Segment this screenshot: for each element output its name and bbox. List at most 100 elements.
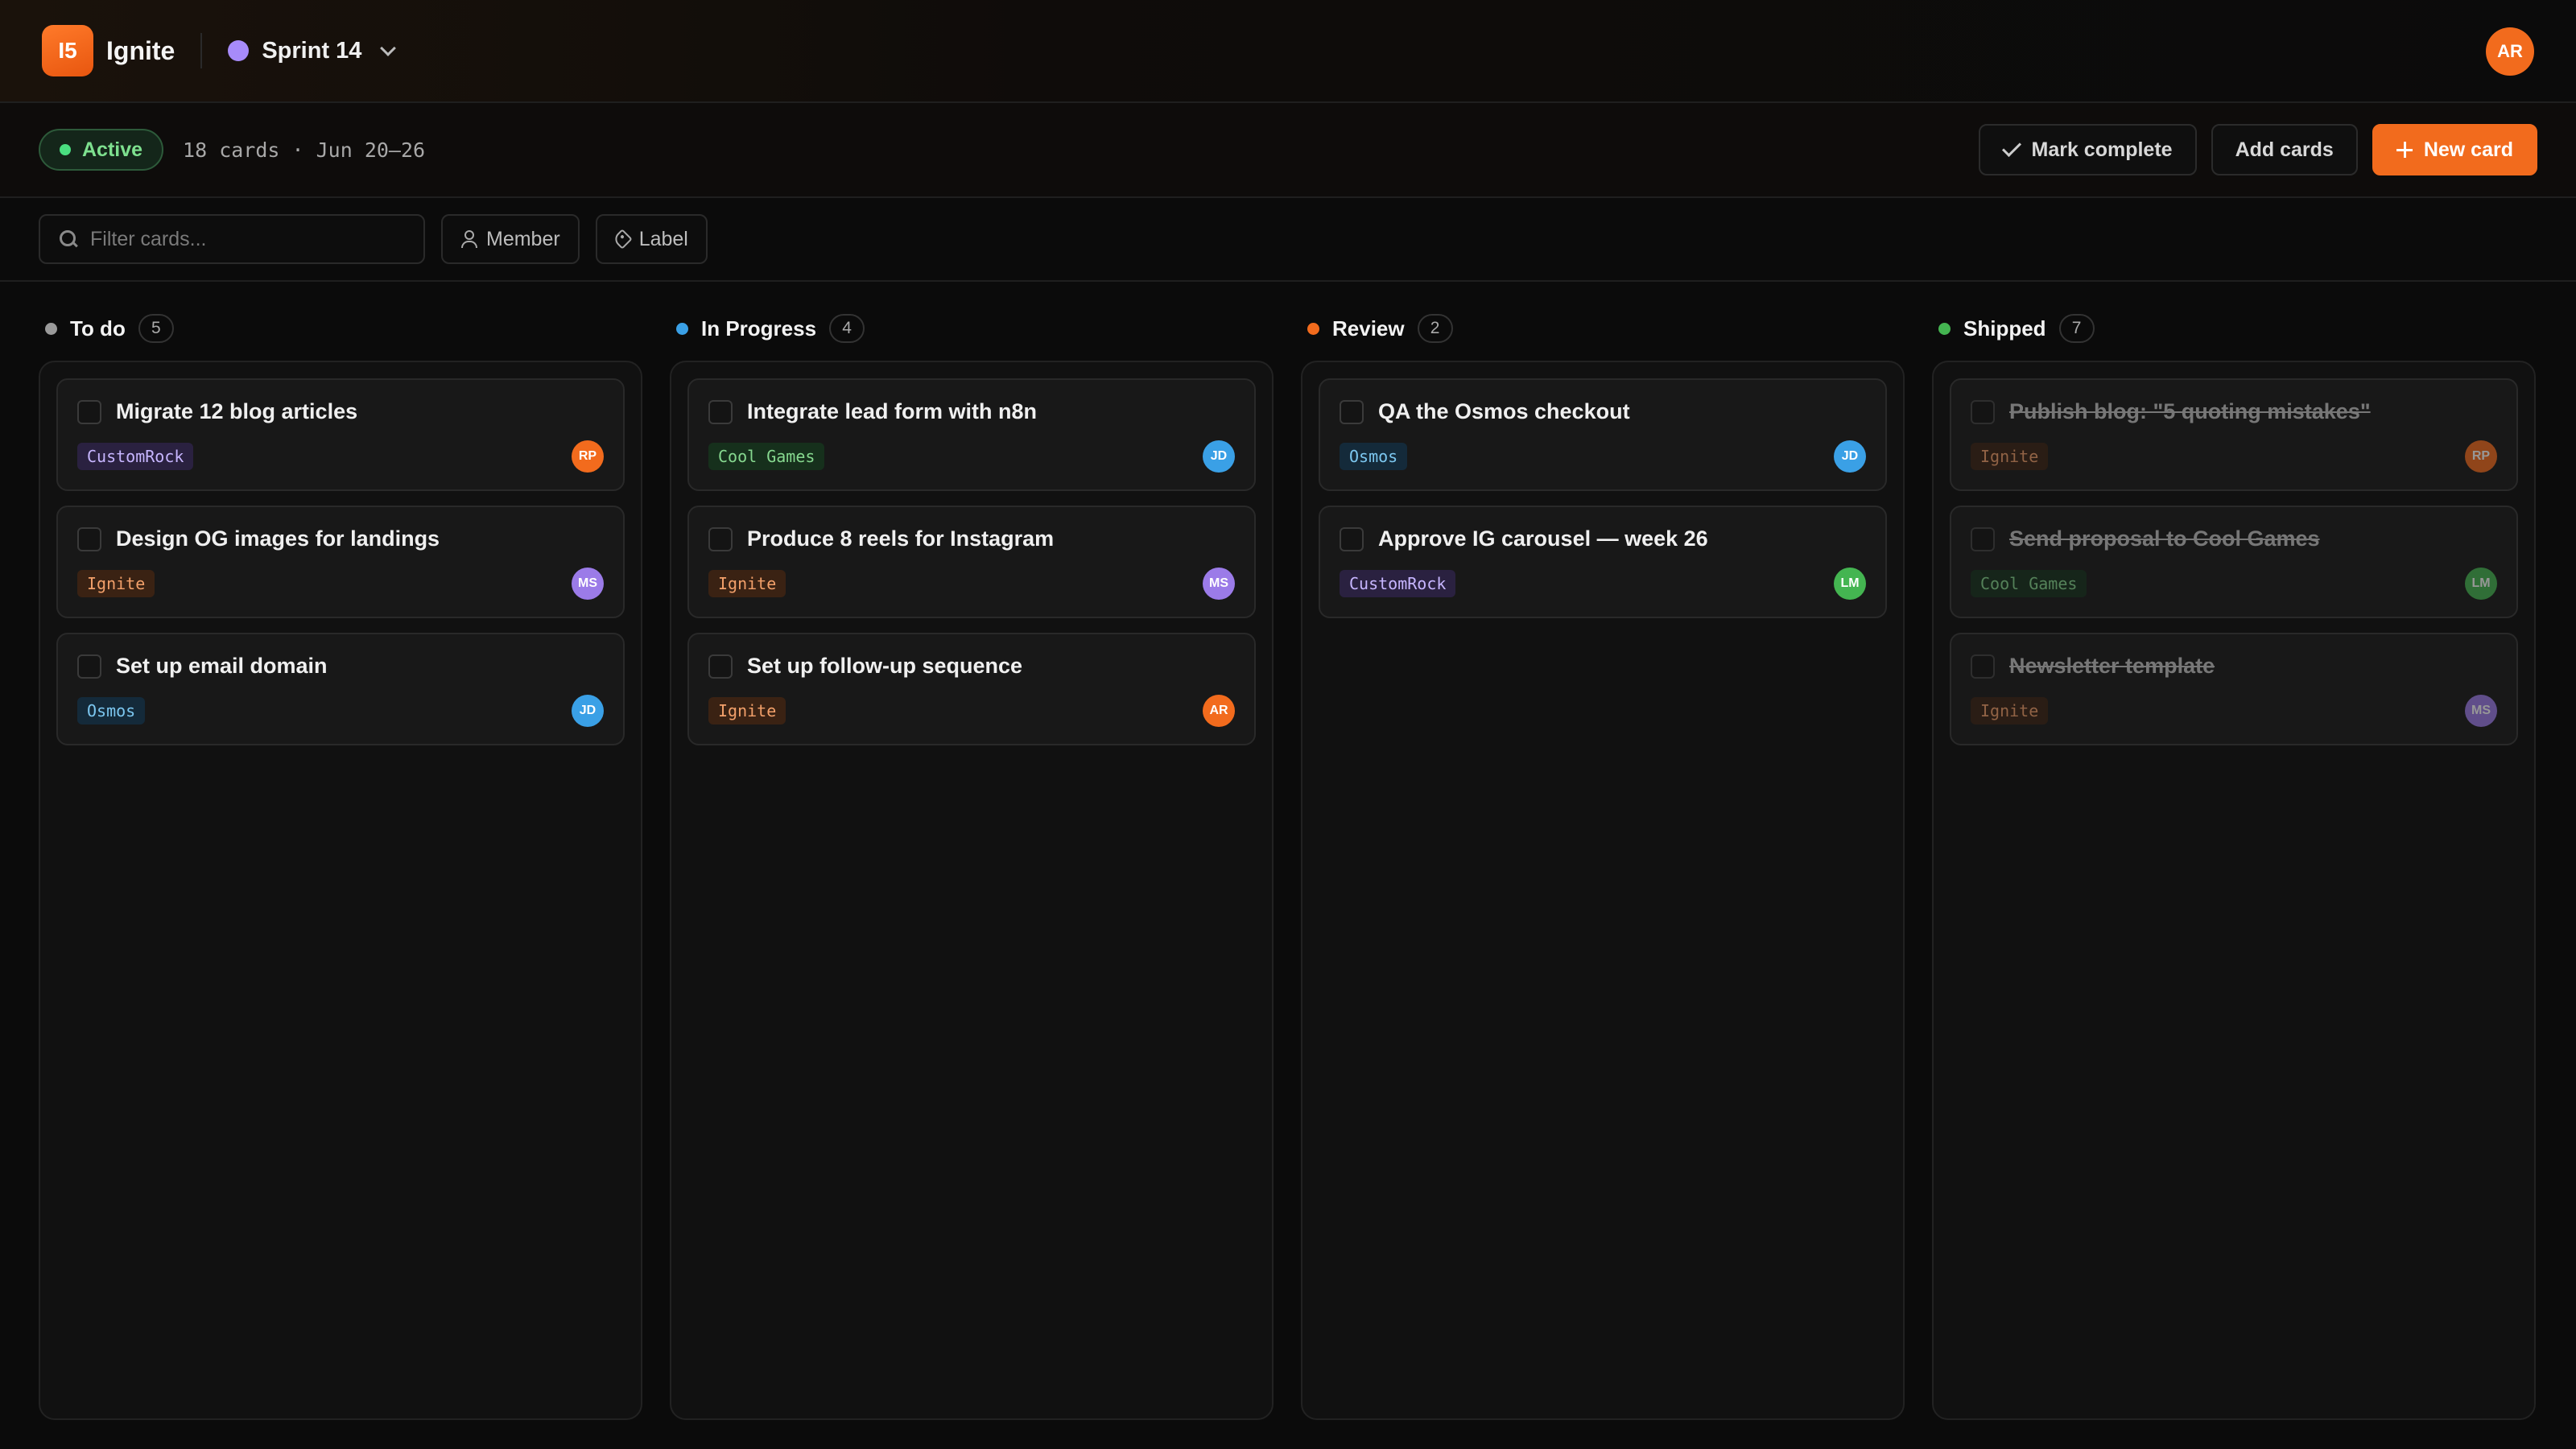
- filter-bar: Member Label: [0, 198, 2576, 282]
- column-body: Migrate 12 blog articles CustomRock RP D…: [39, 361, 642, 1420]
- member-filter-label: Member: [486, 227, 560, 250]
- card[interactable]: Set up follow-up sequence Ignite AR: [687, 633, 1256, 745]
- card-checkbox[interactable]: [77, 654, 101, 679]
- card-label: Osmos: [77, 697, 146, 724]
- column-shipped: Shipped 7 Publish blog: "5 quoting mista…: [1932, 311, 2536, 1420]
- card[interactable]: Design OG images for landings Ignite MS: [56, 506, 625, 618]
- status-label: Active: [82, 138, 143, 161]
- card-label: CustomRock: [1340, 570, 1456, 597]
- card-checkbox[interactable]: [1340, 399, 1364, 424]
- sprint-selector[interactable]: Sprint 14: [228, 37, 397, 64]
- tag-icon: [611, 229, 633, 250]
- card-assignee-avatar: JD: [1834, 440, 1866, 473]
- card-title: Produce 8 reels for Instagram: [747, 526, 1055, 551]
- add-cards-button[interactable]: Add cards: [2211, 124, 2358, 175]
- card-title: Send proposal to Cool Games: [2009, 526, 2320, 551]
- column-color-dot: [676, 322, 688, 335]
- card-label: Cool Games: [708, 443, 825, 470]
- card-label: Cool Games: [1971, 570, 2087, 597]
- search-box: [39, 214, 425, 264]
- card-assignee-avatar: RP: [2465, 440, 2497, 473]
- card[interactable]: Integrate lead form with n8n Cool Games …: [687, 378, 1256, 491]
- card-checkbox[interactable]: [708, 526, 733, 551]
- column-title: To do: [70, 316, 126, 341]
- card-checkbox[interactable]: [77, 526, 101, 551]
- card-title: Migrate 12 blog articles: [116, 399, 358, 423]
- column-count: 4: [829, 314, 865, 343]
- app-logo[interactable]: I5: [42, 25, 93, 76]
- mark-complete-button[interactable]: Mark complete: [1978, 124, 2197, 175]
- column-body: QA the Osmos checkout Osmos JD Approve I…: [1301, 361, 1905, 1420]
- column-header: Shipped 7: [1932, 311, 2536, 346]
- column-count: 7: [2058, 314, 2095, 343]
- card-checkbox[interactable]: [1971, 399, 1995, 424]
- label-filter-button[interactable]: Label: [595, 214, 708, 264]
- card[interactable]: Newsletter template Ignite MS: [1950, 633, 2518, 745]
- chevron-down-icon: [380, 40, 397, 56]
- card-label: Ignite: [708, 697, 786, 724]
- new-card-button[interactable]: New card: [2372, 124, 2537, 175]
- add-cards-label: Add cards: [2235, 138, 2334, 161]
- card-title: Design OG images for landings: [116, 526, 440, 551]
- plus-icon: [2396, 142, 2413, 158]
- card-checkbox[interactable]: [708, 654, 733, 679]
- card-checkbox[interactable]: [1340, 526, 1364, 551]
- card-assignee-avatar: JD: [572, 695, 604, 727]
- card-title: Set up email domain: [116, 654, 328, 678]
- card[interactable]: Publish blog: "5 quoting mistakes" Ignit…: [1950, 378, 2518, 491]
- app-title: Ignite: [106, 35, 175, 65]
- sprint-actions: Mark complete Add cards New card: [1978, 124, 2537, 175]
- card-title: Integrate lead form with n8n: [747, 399, 1038, 423]
- column-color-dot: [45, 322, 57, 335]
- card-checkbox[interactable]: [77, 399, 101, 424]
- person-icon: [460, 230, 477, 248]
- user-avatar[interactable]: AR: [2486, 27, 2534, 76]
- sprint-info-bar: Active 18 cards · Jun 20–26 Mark complet…: [0, 103, 2576, 198]
- column-in-progress: In Progress 4 Integrate lead form with n…: [670, 311, 1274, 1420]
- card[interactable]: Produce 8 reels for Instagram Ignite MS: [687, 506, 1256, 618]
- column-count: 2: [1417, 314, 1453, 343]
- card[interactable]: Send proposal to Cool Games Cool Games L…: [1950, 506, 2518, 618]
- card-assignee-avatar: MS: [572, 568, 604, 600]
- new-card-label: New card: [2423, 138, 2513, 161]
- card[interactable]: QA the Osmos checkout Osmos JD: [1319, 378, 1887, 491]
- divider: [200, 33, 203, 68]
- column-title: In Progress: [701, 316, 817, 341]
- column-body: Integrate lead form with n8n Cool Games …: [670, 361, 1274, 1420]
- card[interactable]: Set up email domain Osmos JD: [56, 633, 625, 745]
- kanban-board: To do 5 Migrate 12 blog articles CustomR…: [39, 311, 2536, 1420]
- member-filter-button[interactable]: Member: [441, 214, 580, 264]
- card-title: Approve IG carousel — week 26: [1378, 526, 1708, 551]
- card-assignee-avatar: LM: [2465, 568, 2497, 600]
- card-title: Set up follow-up sequence: [747, 654, 1023, 678]
- column-todo: To do 5 Migrate 12 blog articles CustomR…: [39, 311, 642, 1420]
- sprint-color-dot: [228, 40, 250, 61]
- card-title: Publish blog: "5 quoting mistakes": [2009, 399, 2371, 423]
- card-assignee-avatar: MS: [2465, 695, 2497, 727]
- card-title: QA the Osmos checkout: [1378, 399, 1630, 423]
- card-label: Ignite: [1971, 697, 2049, 724]
- card-checkbox[interactable]: [708, 399, 733, 424]
- card-checkbox[interactable]: [1971, 526, 1995, 551]
- top-bar: I5 Ignite Sprint 14 AR: [0, 0, 2576, 103]
- filter-input[interactable]: [90, 227, 396, 251]
- column-title: Shipped: [1963, 316, 2046, 341]
- column-header: In Progress 4: [670, 311, 1274, 346]
- sprint-name: Sprint 14: [262, 37, 362, 64]
- card-label: Osmos: [1340, 443, 1408, 470]
- sprint-meta: 18 cards · Jun 20–26: [183, 138, 426, 162]
- card-checkbox[interactable]: [1971, 654, 1995, 679]
- check-icon: [2001, 137, 2021, 158]
- card-assignee-avatar: JD: [1203, 440, 1235, 473]
- column-color-dot: [1938, 322, 1951, 335]
- card[interactable]: Approve IG carousel — week 26 CustomRock…: [1319, 506, 1887, 618]
- card-label: Ignite: [77, 570, 155, 597]
- column-header: Review 2: [1301, 311, 1905, 346]
- card-assignee-avatar: LM: [1834, 568, 1866, 600]
- search-icon: [60, 230, 77, 248]
- status-badge: Active: [39, 129, 164, 171]
- card[interactable]: Migrate 12 blog articles CustomRock RP: [56, 378, 625, 491]
- card-label: CustomRock: [77, 443, 194, 470]
- card-assignee-avatar: MS: [1203, 568, 1235, 600]
- status-dot-icon: [60, 144, 71, 155]
